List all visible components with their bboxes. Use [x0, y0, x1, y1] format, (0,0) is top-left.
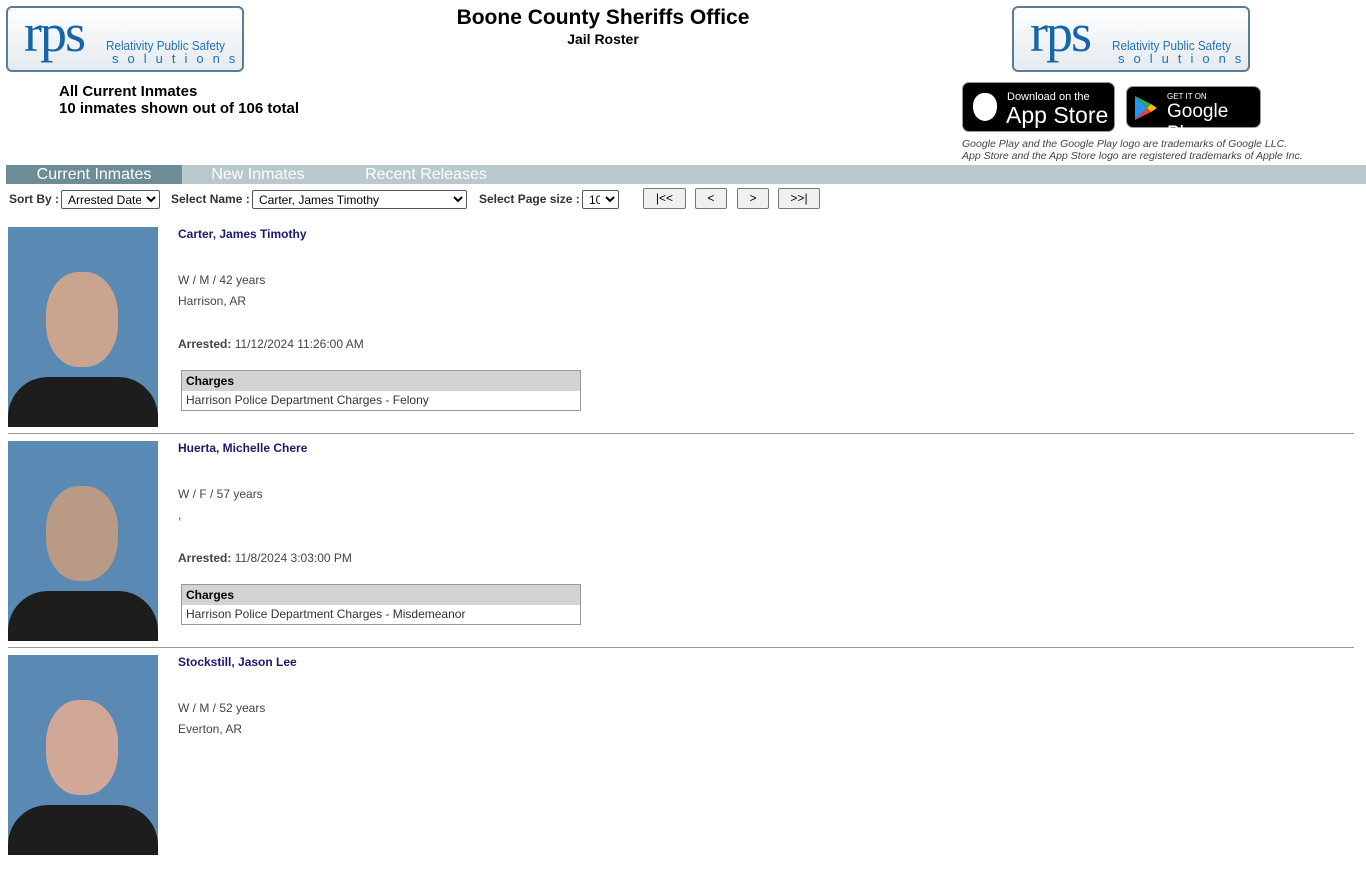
logo-line2: solutions [112, 51, 244, 66]
inmate-demographics: W / F / 57 years [178, 487, 263, 501]
app-store-badge[interactable]: Download on the App Store [962, 82, 1115, 132]
charges-header: Charges [182, 585, 580, 605]
arrested-date: 11/8/2024 3:03:00 PM [234, 551, 352, 565]
page-title: Boone County Sheriffs Office [456, 6, 750, 29]
inmate-city: Everton, AR [178, 722, 243, 736]
tab-current-inmates[interactable]: Current Inmates [6, 165, 182, 184]
inmate-photo[interactable] [8, 655, 158, 855]
logo-line2: solutions [1118, 51, 1250, 66]
tab-recent-releases[interactable]: Recent Releases [356, 165, 496, 184]
first-page-button[interactable]: |<< [643, 188, 686, 209]
inmate-card: Carter, James Timothy W / M / 42 years H… [0, 227, 1366, 441]
inmate-card: Huerta, Michelle Chere W / F / 57 years … [0, 441, 1366, 655]
inmate-photo[interactable] [8, 227, 158, 427]
sort-label: Sort By : [9, 192, 60, 206]
inmate-name[interactable]: Stockstill, Jason Lee [178, 655, 297, 669]
page-size-label: Select Page size : [479, 192, 580, 206]
charge-row: Harrison Police Department Charges - Fel… [186, 393, 429, 407]
divider [8, 433, 1354, 434]
roster-tabs: Current Inmates New Inmates Recent Relea… [6, 165, 1366, 184]
tab-new-inmates[interactable]: New Inmates [182, 165, 334, 184]
roster-summary: All Current Inmates 10 inmates shown out… [59, 83, 299, 117]
trademark-notice: Google Play and the Google Play logo are… [962, 138, 1303, 162]
inmate-demographics: W / M / 42 years [178, 273, 266, 287]
trademark-apple: App Store and the App Store logo are reg… [962, 150, 1303, 162]
apple-icon [973, 93, 997, 121]
next-page-button[interactable]: > [737, 188, 769, 209]
arrested-date: 11/12/2024 11:26:00 AM [234, 337, 364, 351]
page-subtitle: Jail Roster [567, 31, 639, 47]
divider [8, 647, 1354, 648]
arrested-info: Arrested: 11/12/2024 11:26:00 AM [178, 337, 364, 351]
arrested-label: Arrested: [178, 337, 232, 351]
prev-page-button[interactable]: < [695, 188, 727, 209]
inmate-city: , [178, 508, 182, 522]
charges-header: Charges [182, 371, 580, 391]
summary-count: 10 inmates shown out of 106 total [59, 100, 300, 117]
inmate-photo[interactable] [8, 441, 158, 641]
google-play-badge[interactable]: GET IT ON Google Play [1126, 86, 1261, 144]
inmate-name[interactable]: Huerta, Michelle Chere [178, 441, 307, 455]
page-size-select[interactable]: 10 [582, 190, 619, 209]
inmate-city: Harrison, AR [178, 294, 247, 308]
badge-small-text: GET IT ON [1167, 92, 1207, 101]
badge-big-text: App Store [1006, 102, 1109, 128]
name-label: Select Name : [171, 192, 250, 206]
charge-row: Harrison Police Department Charges - Mis… [186, 607, 466, 621]
google-play-icon [1135, 96, 1157, 120]
summary-heading: All Current Inmates [59, 83, 198, 100]
inmate-name[interactable]: Carter, James Timothy [178, 227, 307, 241]
charges-table: Charges Harrison Police Department Charge… [181, 584, 581, 625]
inmate-demographics: W / M / 52 years [178, 701, 266, 715]
arrested-info: Arrested: 11/8/2024 3:03:00 PM [178, 551, 352, 565]
charges-table: Charges Harrison Police Department Charge… [181, 370, 581, 411]
last-page-button[interactable]: >>| [778, 188, 820, 209]
inmate-card: Stockstill, Jason Lee W / M / 52 years E… [0, 655, 1366, 869]
arrested-label: Arrested: [178, 551, 232, 565]
trademark-google: Google Play and the Google Play logo are… [962, 138, 1288, 150]
sort-select[interactable]: Arrested Date [61, 190, 160, 209]
name-select[interactable]: Carter, James Timothy [252, 190, 467, 209]
